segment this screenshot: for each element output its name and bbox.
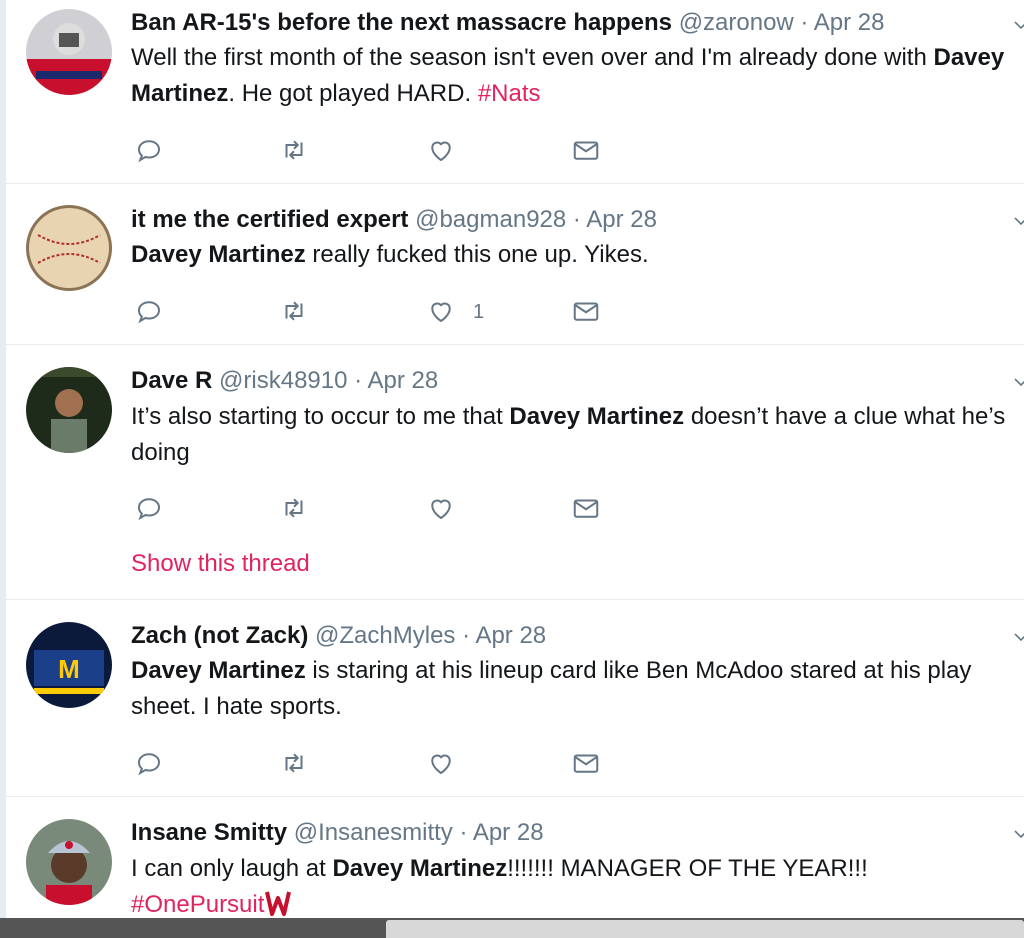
display-name[interactable]: Insane Smitty [131,819,287,846]
retweet-icon[interactable] [279,493,313,527]
chevron-down-icon[interactable] [1014,214,1024,228]
show-thread-link[interactable]: Show this thread [131,550,310,578]
tweet-text-segment: Well the first month of the season isn't… [131,44,934,71]
retweet-icon[interactable] [279,135,313,169]
user-handle[interactable]: @Insanesmitty [294,819,453,846]
tweet-text-segment: . He got played HARD. [228,80,478,107]
notification-card [386,920,1024,938]
avatar[interactable] [26,819,112,905]
user-handle[interactable]: @ZachMyles [315,622,455,649]
avatar[interactable] [26,9,112,95]
chevron-down-icon[interactable] [1014,630,1024,644]
display-name[interactable]: Dave R [131,367,212,394]
separator: · [455,622,476,649]
nationals-logo-icon [265,891,292,916]
separator: · [347,367,368,394]
like-count: 1 [473,301,485,323]
separator: · [566,206,587,233]
tweet[interactable]: it me the certified expert @bagman928 · … [6,184,1024,345]
timestamp[interactable]: Apr 28 [473,819,544,846]
search-highlight: Davey Martinez [332,855,508,882]
direct-message-icon[interactable] [571,135,605,169]
tweet[interactable]: Dave R @risk48910 · Apr 28 It’s also sta… [6,345,1024,600]
display-name[interactable]: Zach (not Zack) [131,622,308,649]
separator: · [452,819,473,846]
tweet-text: Davey Martinez is staring at his lineup … [131,653,1021,725]
display-name[interactable]: it me the certified expert [131,206,408,233]
timestamp[interactable]: Apr 28 [475,622,546,649]
tweet-text-segment: !!!!!!! MANAGER OF THE YEAR!!! [507,855,868,882]
tweet[interactable]: Insane Smitty @Insanesmitty · Apr 28 I c… [6,797,1024,918]
reply-icon[interactable] [134,296,168,330]
chevron-down-icon[interactable] [1014,375,1024,389]
hashtag-link[interactable]: #Nats [478,80,541,107]
chevron-down-icon[interactable] [1014,18,1024,32]
timestamp[interactable]: Apr 28 [368,367,439,394]
timestamp[interactable]: Apr 28 [814,9,885,36]
avatar[interactable] [26,367,112,453]
svg-text:M: M [58,654,80,684]
tweet[interactable]: Ban AR-15's before the next massacre hap… [6,0,1024,184]
tweet-text: It’s also starting to occur to me that D… [131,399,1021,471]
window-bottom-edge [0,918,1024,938]
avatar[interactable] [26,205,112,291]
like-icon[interactable] [426,493,460,527]
tweet-text-segment: It’s also starting to occur to me that [131,403,510,430]
hashtag-link[interactable]: #OnePursuit [131,891,264,918]
search-highlight: Davey Martinez [131,241,306,268]
search-highlight: Davey Martinez [509,403,685,430]
like-icon[interactable] [426,296,460,330]
tweet-text: Well the first month of the season isn't… [131,40,1021,112]
avatar[interactable]: M [26,622,112,708]
like-icon[interactable] [426,135,460,169]
tweet-text: I can only laugh at Davey Martinez!!!!!!… [131,851,1021,923]
chevron-down-icon[interactable] [1014,827,1024,841]
reply-icon[interactable] [134,748,168,782]
tweet-text-segment: really fucked this one up. Yikes. [305,241,649,268]
direct-message-icon[interactable] [571,493,605,527]
search-highlight: Davey Martinez [131,657,306,684]
tweet-text: Davey Martinez really fucked this one up… [131,237,1021,273]
direct-message-icon[interactable] [571,748,605,782]
tweet-text-segment: I can only laugh at [131,855,333,882]
reply-icon[interactable] [134,493,168,527]
reply-icon[interactable] [134,135,168,169]
retweet-icon[interactable] [279,296,313,330]
tweet[interactable]: M Zach (not Zack) @ZachMyles · Apr 28 Da… [6,600,1024,797]
retweet-icon[interactable] [279,748,313,782]
display-name[interactable]: Ban AR-15's before the next massacre hap… [131,9,672,36]
user-handle[interactable]: @risk48910 [219,367,347,394]
timestamp[interactable]: Apr 28 [586,206,657,233]
direct-message-icon[interactable] [571,296,605,330]
user-handle[interactable]: @zaronow [679,9,794,36]
separator: · [793,9,814,36]
like-icon[interactable] [426,748,460,782]
user-handle[interactable]: @bagman928 [415,206,566,233]
